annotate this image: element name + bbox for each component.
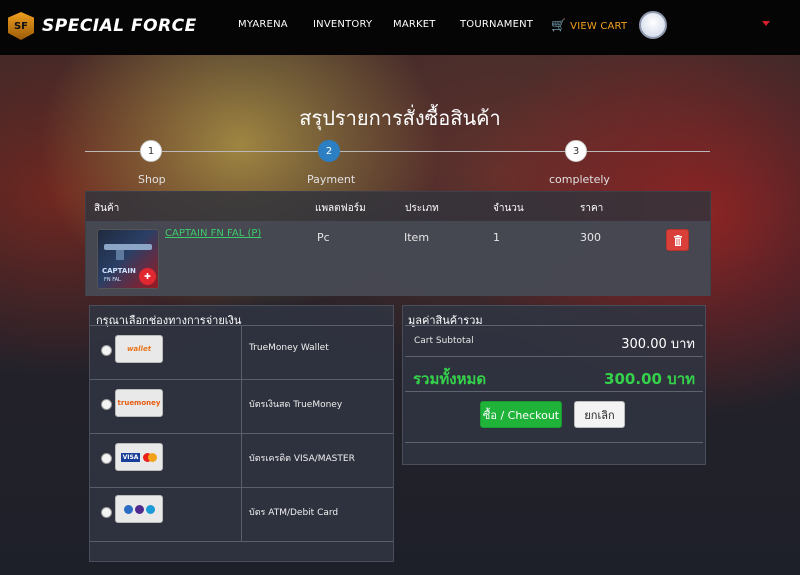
top-navbar: SF SPECIAL FORCE MYARENA INVENTORY MARKE… [0,0,800,55]
nav-view-cart[interactable]: 🛒 VIEW CART [551,18,627,32]
subtotal-label: Cart Subtotal [414,336,474,346]
payment-label-truemoney-wallet: TrueMoney Wallet [249,343,329,353]
cart-table: สินค้า แพลตฟอร์ม ประเภท จำนวน ราคา CAPTA… [85,191,711,296]
user-menu-caret-icon[interactable] [762,21,770,26]
bank-logo-cyan [145,504,155,514]
subtotal-value: 300.00 บาท [621,337,695,352]
divider [90,487,393,488]
item-thumbnail: CAPTAIN FN FAL ✚ [97,229,159,289]
divider [90,379,393,380]
col-header-platform: แพลตฟอร์ม [315,203,366,214]
progress-line [85,151,710,152]
truemoney-wallet-logo-icon: wallet [115,335,163,363]
user-avatar[interactable] [639,11,667,39]
logo-text: SPECIAL FORCE [42,16,197,36]
wallet-logo-text: wallet [126,345,152,353]
thumbnail-subcaption: FN FAL [104,277,121,283]
payment-method-title: กรุณาเลือกช่องทางการจ่ายเงิน [96,314,242,327]
step-1-circle: 1 [140,140,162,162]
col-header-quantity: จำนวน [493,203,524,214]
delete-item-button[interactable] [666,229,689,251]
rifle-grip [116,250,124,260]
bank-logo-blue [123,504,133,514]
nav-market[interactable]: MARKET [393,19,436,30]
total-value: 300.00 บาท [604,370,695,388]
payment-label-visa-master: บัตรเครดิต VISA/MASTER [249,454,355,464]
payment-radio-visa-master[interactable] [101,453,112,464]
item-name-link[interactable]: CAPTAIN FN FAL (P) [165,228,261,239]
item-quantity: 1 [493,231,500,244]
truemoney-card-logo-icon: truemoney [115,389,163,417]
visa-logo-text: VISA [120,452,141,462]
col-header-price: ราคา [580,203,604,214]
item-platform: Pc [317,231,330,244]
step-1-label: Shop [138,173,166,186]
bank-logo-purple [134,504,144,514]
divider [90,541,393,542]
rifle-icon [104,244,152,250]
nav-tournament[interactable]: TOURNAMENT [460,19,533,30]
item-type: Item [404,231,430,244]
thumbnail-caption: CAPTAIN [102,267,136,275]
brand-logo[interactable]: SF SPECIAL FORCE [8,12,197,40]
payment-label-atm-debit: บัตร ATM/Debit Card [249,508,339,518]
step-3-label: completely [549,173,610,186]
divider [405,391,703,392]
payment-radio-atm-debit[interactable] [101,507,112,518]
item-price: 300 [580,231,601,244]
step-3-circle: 3 [565,140,587,162]
truemoney-logo-text: truemoney [117,399,161,407]
summary-title: มูลค่าสินค้ารวม [408,314,483,327]
divider [90,433,393,434]
view-cart-label: VIEW CART [570,21,628,32]
logo-badge-icon: SF [8,12,34,40]
nav-inventory[interactable]: INVENTORY [313,19,372,30]
bank-logos-icon [115,495,163,523]
payment-label-truemoney-card: บัตรเงินสด TrueMoney [249,400,343,410]
cancel-button[interactable]: ยกเลิก [574,401,625,428]
visa-mastercard-logo-icon: VISA [115,443,163,471]
col-header-product: สินค้า [94,203,120,214]
step-2-circle: 2 [318,140,340,162]
brand-badge-icon: ✚ [139,268,156,285]
checkout-button[interactable]: ซื้อ / Checkout [480,401,562,428]
payment-radio-truemoney-card[interactable] [101,399,112,410]
divider [405,325,703,326]
divider [405,356,703,357]
col-header-type: ประเภท [405,203,439,214]
total-label: รวมทั้งหมด [413,370,487,388]
payment-radio-truemoney-wallet[interactable] [101,345,112,356]
divider [405,442,703,443]
step-2-label: Payment [307,173,356,186]
shopping-cart-icon: 🛒 [551,18,567,32]
nav-myarena[interactable]: MYARENA [238,19,288,30]
mastercard-circle-orange [148,452,158,462]
page-title: สรุปรายการสั่งซื้อสินค้า [299,106,501,130]
trash-icon [673,234,682,246]
